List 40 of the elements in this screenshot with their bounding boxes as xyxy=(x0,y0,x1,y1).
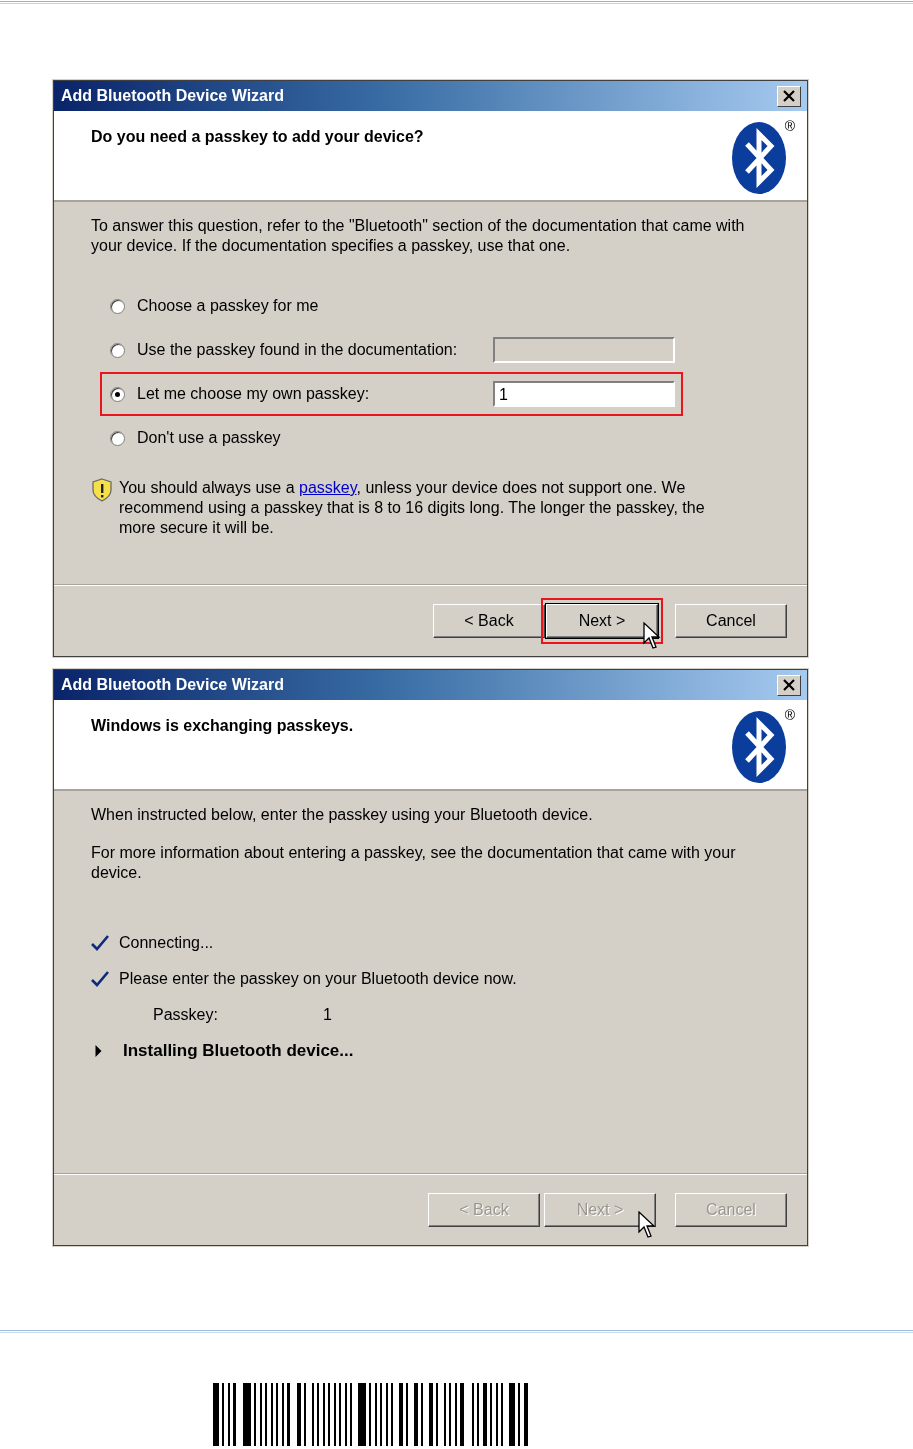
instruction-text: To answer this question, refer to the "Bluetooth" section of the documentation that came with your device. If the documentation specifies a passkey, use that one. xyxy=(91,216,746,256)
instruction-text: When instructed below, enter the passkey using your Bluetooth device. xyxy=(91,805,594,825)
option-label: Use the passkey found in the documentation: xyxy=(137,341,459,359)
passkey-label: Passkey: xyxy=(153,1005,219,1025)
window-title: Add Bluetooth Device Wizard xyxy=(61,676,284,694)
option-label: Let me choose my own passkey: xyxy=(137,385,371,403)
bluetooth-logo-icon xyxy=(730,121,787,195)
checkmark-icon xyxy=(91,971,109,987)
step-text: Connecting... xyxy=(119,933,214,953)
passkey-link[interactable]: passkey xyxy=(299,479,357,496)
wizard-button[interactable]: Next > xyxy=(546,604,658,638)
option-label: Choose a passkey for me xyxy=(137,297,320,315)
mouse-cursor-icon xyxy=(643,622,661,650)
radio-button[interactable] xyxy=(110,386,125,402)
mouse-cursor-icon xyxy=(638,1211,656,1239)
instruction-text: For more information about entering a passkey, see the documentation that came with your device. xyxy=(91,843,737,883)
radio-button[interactable] xyxy=(110,298,125,314)
window-title: Add Bluetooth Device Wizard xyxy=(61,87,284,105)
wizard-button[interactable]: Cancel xyxy=(675,604,787,638)
bluetooth-logo-icon xyxy=(730,710,787,784)
note-text: You should always use a passkey, unless your device does not support one. We recommend using a passkey that is 8 to 16 digits long. The longer the passkey, the more secure it will be. xyxy=(119,478,706,538)
passkey-field[interactable] xyxy=(493,337,675,363)
wizard-heading: Windows is exchanging passkeys. xyxy=(91,717,354,736)
passkey-value: 1 xyxy=(323,1005,332,1025)
step-text: Please enter the passkey on your Bluetooth device now. xyxy=(119,969,517,989)
registered-mark: ® xyxy=(784,707,795,723)
radio-button[interactable] xyxy=(110,342,125,358)
wizard-heading: Do you need a passkey to add your device? xyxy=(91,128,424,147)
close-icon xyxy=(782,679,796,691)
passkey-field[interactable]: 1 xyxy=(493,381,675,407)
option-label: Don't use a passkey xyxy=(137,429,282,447)
triangle-icon xyxy=(95,1045,102,1057)
close-button[interactable] xyxy=(777,674,801,696)
close-button[interactable] xyxy=(777,85,801,107)
close-icon xyxy=(782,90,796,102)
wizard-button[interactable]: < Back xyxy=(433,604,545,638)
step-text: Installing Bluetooth device... xyxy=(123,1041,354,1061)
checkmark-icon xyxy=(91,935,109,951)
registered-mark: ® xyxy=(784,118,795,134)
shield-warning-icon xyxy=(91,478,113,502)
